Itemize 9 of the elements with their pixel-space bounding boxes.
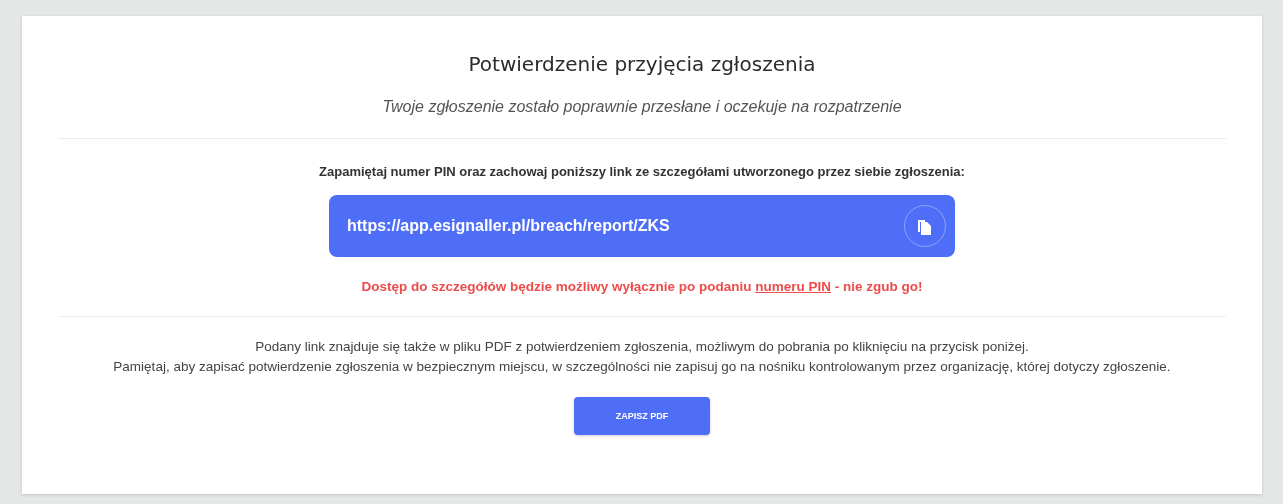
warning-text: Dostęp do szczegółów będzie możliwy wyłącznie po podaniu numeru PIN - nie zgub go! [361, 279, 923, 294]
pin-link[interactable]: numeru PIN [755, 279, 832, 294]
save-pdf-button[interactable]: ZAPISZ PDF [574, 397, 710, 435]
report-link-field[interactable]: https://app.esignaller.pl/breach/report/ZKS [329, 195, 955, 257]
subtitle: Twoje zgłoszenie zostało poprawnie przesłane i oczekuje na rozpatrzenie [382, 98, 902, 116]
instruction-text: Zapamiętaj numer PIN oraz zachowaj poniższy link ze szczegółami utworzonego przez siebie zgłoszenia: [319, 164, 965, 179]
info-paragraph: Pamiętaj, aby zapisać potwierdzenie zgłoszenia w bezpiecznym miejscu, w szczególności nie zapisuj go na nośniku kontrolowanym przez organizację, której dotyczy zgłoszenie. [113, 358, 1171, 376]
info-paragraph: Podany link znajduje się także w pliku PDF z potwierdzeniem zgłoszenia, możliwym do pobrania po kliknięciu na przycisk poniżej. [254, 338, 1030, 356]
page-title: Potwierdzenie przyjęcia zgłoszenia [468, 52, 816, 76]
